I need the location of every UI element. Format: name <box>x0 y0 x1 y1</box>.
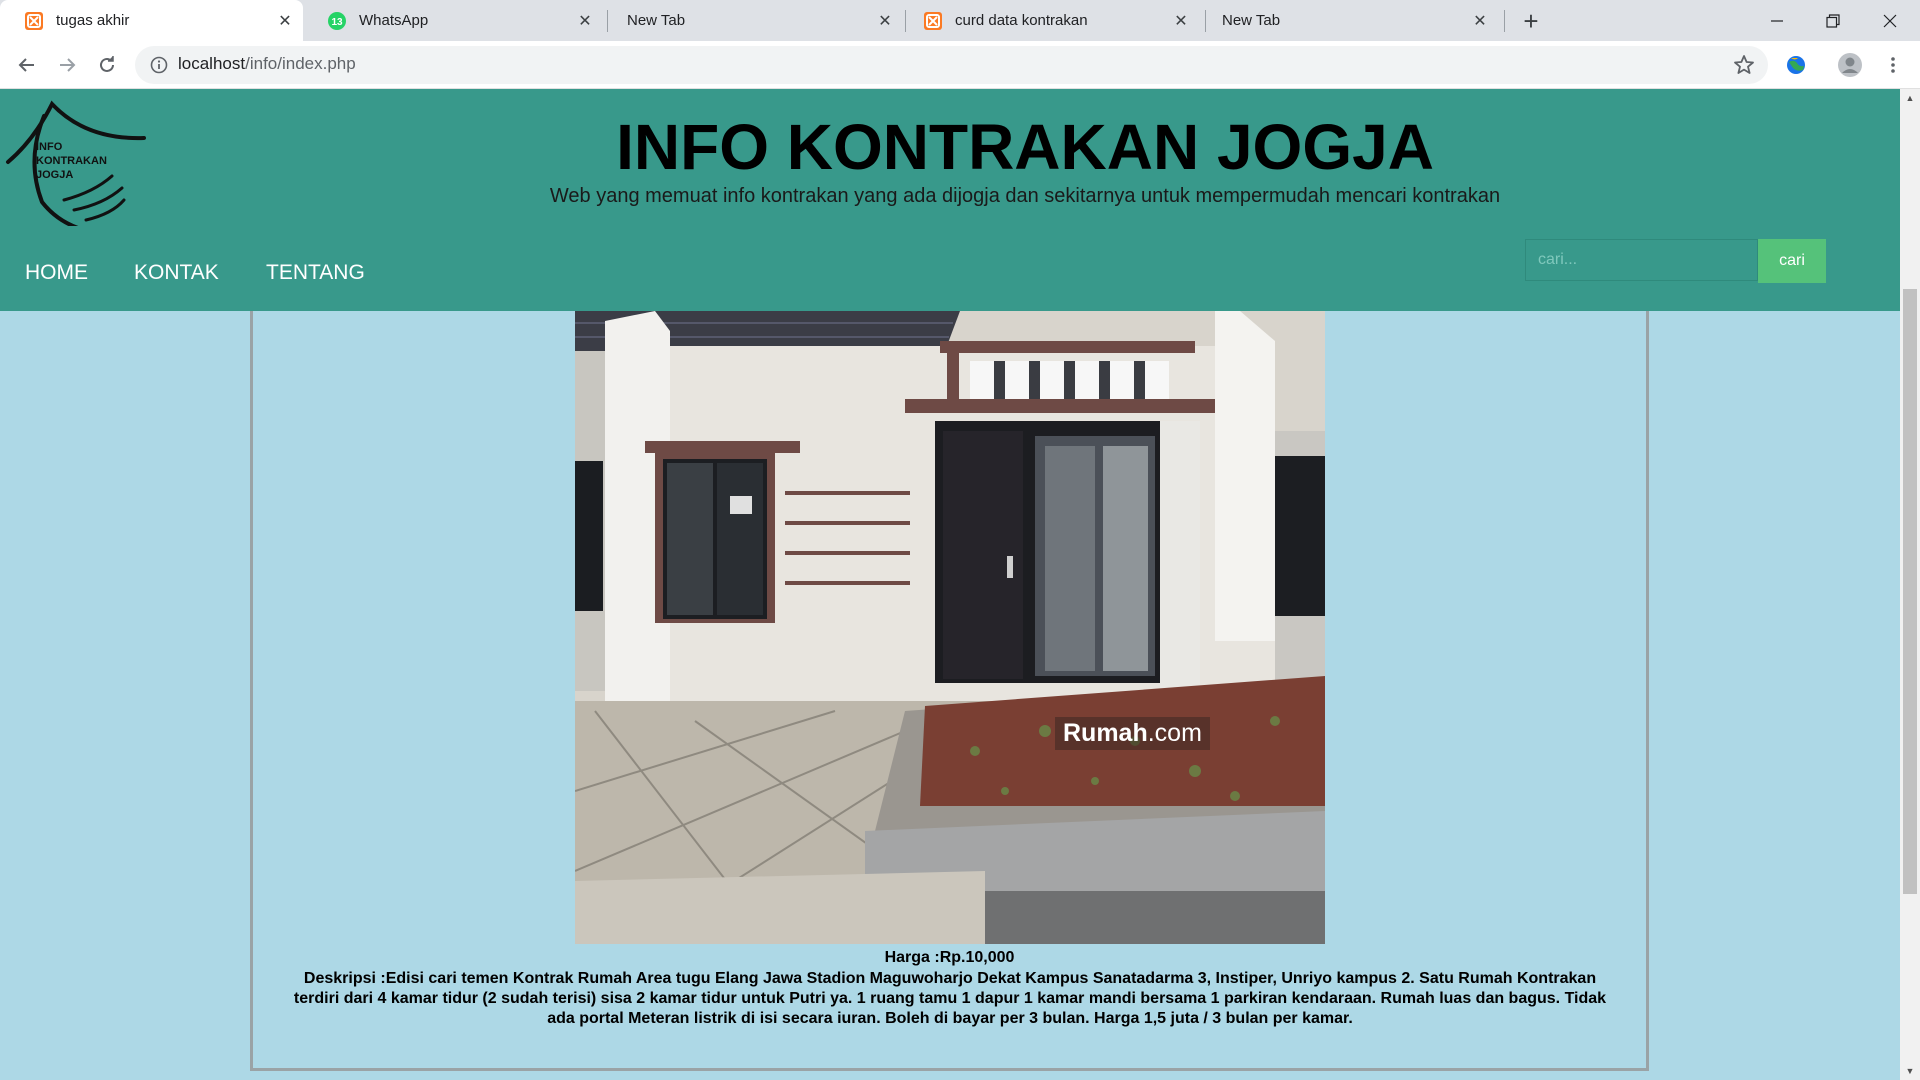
address-bar[interactable]: localhost/info/index.php <box>135 46 1768 84</box>
page-scrollbar[interactable]: ▲ ▼ <box>1900 89 1920 1080</box>
back-arrow-icon[interactable] <box>11 49 43 81</box>
info-icon[interactable] <box>149 55 169 75</box>
reload-icon[interactable] <box>91 49 123 81</box>
tab-title: curd data kontrakan <box>955 12 1088 29</box>
page-viewport: Rumah.com Harga :Rp.10,000 Deskripsi :Ed… <box>0 89 1900 1080</box>
search-input[interactable] <box>1525 239 1758 281</box>
tab-tugas-akhir[interactable]: tugas akhir ✕ <box>0 0 303 41</box>
close-window-icon[interactable] <box>1862 0 1918 41</box>
tab-new-tab-1[interactable]: New Tab ✕ <box>603 0 903 41</box>
tab-title: tugas akhir <box>56 12 130 29</box>
site-subtitle: Web yang memuat info kontrakan yang ada … <box>549 185 1501 207</box>
menu-kebab-icon[interactable] <box>1877 49 1909 81</box>
tab-separator <box>1504 10 1505 32</box>
nav-kontak[interactable]: KONTAK <box>134 261 219 285</box>
profile-avatar-icon[interactable] <box>1834 49 1866 81</box>
tab-curd-data-kontrakan[interactable]: curd data kontrakan ✕ <box>899 0 1199 41</box>
nav-home[interactable]: HOME <box>25 261 88 285</box>
close-tab-icon[interactable]: ✕ <box>1470 11 1490 31</box>
tab-title: WhatsApp <box>359 12 429 29</box>
search-button[interactable]: cari <box>1758 239 1826 283</box>
minimize-icon[interactable] <box>1749 0 1805 41</box>
browser-toolbar: localhost/info/index.php <box>0 41 1920 89</box>
tab-title: New Tab <box>627 12 686 29</box>
scroll-thumb[interactable] <box>1903 289 1917 894</box>
whatsapp-icon: 13 <box>327 11 347 31</box>
url-host: localhost <box>178 54 246 73</box>
house-photo: Rumah.com <box>575 311 1325 944</box>
watermark-brand: Rumah <box>1063 719 1148 747</box>
tab-whatsapp[interactable]: 13 WhatsApp ✕ <box>303 0 603 41</box>
site-header: INFO KONTRAKAN JOGJA INFO KONTRAKAN JOGJ… <box>0 89 1900 311</box>
listing-price: Harga :Rp.10,000 <box>884 949 1015 966</box>
close-tab-icon[interactable]: ✕ <box>1171 11 1191 31</box>
forward-arrow-icon[interactable] <box>51 49 83 81</box>
tab-new-tab-2[interactable]: New Tab ✕ <box>1198 0 1498 41</box>
close-tab-icon[interactable]: ✕ <box>275 11 295 31</box>
scroll-down-arrow-icon[interactable]: ▼ <box>1900 1062 1920 1080</box>
listing-description: Deskripsi :Edisi cari temen Kontrak Ruma… <box>293 970 1607 1027</box>
site-title: INFO KONTRAKAN JOGJA <box>616 111 1434 183</box>
restore-icon[interactable] <box>1805 0 1861 41</box>
image-watermark: Rumah.com <box>1055 717 1210 750</box>
whatsapp-badge: 13 <box>331 17 343 28</box>
extension-globe-icon[interactable] <box>1780 49 1812 81</box>
close-tab-icon[interactable]: ✕ <box>875 11 895 31</box>
watermark-suffix: .com <box>1147 719 1202 747</box>
xampp-icon <box>24 11 44 31</box>
tab-title: New Tab <box>1222 12 1281 29</box>
close-tab-icon[interactable]: ✕ <box>575 11 595 31</box>
bookmark-star-icon[interactable] <box>1732 53 1756 77</box>
xampp-icon <box>923 11 943 31</box>
url-text: localhost/info/index.php <box>178 54 356 74</box>
new-tab-plus-icon[interactable]: + <box>1516 6 1546 36</box>
scroll-up-arrow-icon[interactable]: ▲ <box>1900 89 1920 107</box>
url-path: /info/index.php <box>245 54 356 73</box>
tab-strip: tugas akhir ✕ 13 WhatsApp ✕ New Tab ✕ cu… <box>0 0 1920 41</box>
nav-tentang[interactable]: TENTANG <box>266 261 365 285</box>
